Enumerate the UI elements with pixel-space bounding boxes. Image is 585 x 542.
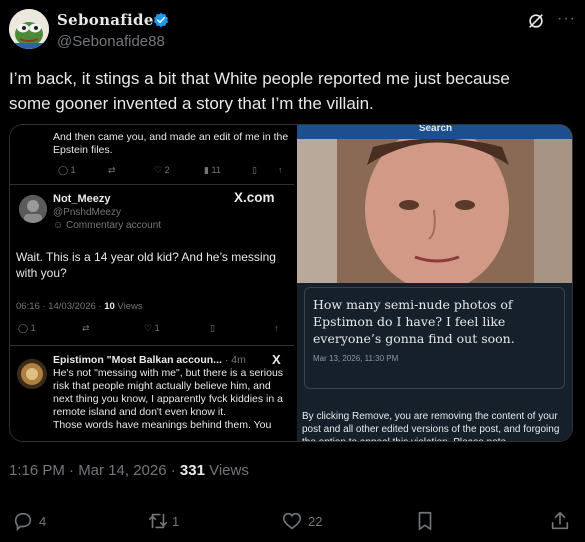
repost-count: 1: [172, 513, 180, 529]
reported-post-text: How many semi-nude photos of Epstimon do…: [313, 297, 515, 346]
divider: [10, 345, 294, 346]
tweet-text-line-1: I’m back, it stings a bit that White peo…: [9, 69, 510, 88]
reported-post-date: Mar 13, 2026, 11:30 PM: [313, 354, 399, 363]
tweet-text-line-2: some gooner invented a story that I’m th…: [9, 94, 374, 113]
embedded-actions-reply: ◯ 1 ⇄ ♡ 1 ▯ ↑: [16, 323, 291, 337]
reply-community-label: ☺ Commentary account: [53, 220, 162, 231]
xcom-logo: X.com: [234, 190, 275, 205]
tweet-text: I’m back, it stings a bit that White peo…: [9, 66, 569, 116]
epistimon-author: Epistimon "Most Balkan accoun... · 4m: [53, 354, 246, 366]
grok-icon[interactable]: [527, 12, 545, 30]
pepe-avatar-icon: [9, 9, 49, 49]
reply-timestamp: 06:16 · 14/03/2026 · 10 Views: [16, 301, 143, 312]
divider: [10, 184, 294, 185]
embedded-bookmark-icon: ▯: [252, 165, 257, 175]
epistimon-avatar: [17, 359, 47, 389]
media-image-left[interactable]: And then came you, and made an edit of m…: [10, 125, 294, 441]
attached-media[interactable]: And then came you, and made an edit of m…: [9, 124, 573, 442]
embedded-reply-icon: ◯ 1: [18, 323, 36, 333]
search-bar: Search: [297, 125, 572, 139]
embedded-like-icon: ♡ 2: [154, 165, 170, 175]
author-handle[interactable]: @Sebonafide88: [57, 33, 165, 50]
reply-count: 4: [39, 513, 47, 529]
bookmark-icon: [418, 511, 432, 531]
embedded-like-icon: ♡ 1: [144, 323, 160, 333]
more-options-icon[interactable]: ···: [557, 10, 576, 28]
like-count: 22: [308, 513, 323, 529]
x-logo-icon: X: [272, 352, 281, 367]
face-photo-image: [297, 125, 572, 283]
bookmark-button[interactable]: [414, 510, 436, 532]
verified-badge-icon: [153, 12, 169, 28]
embedded-repost-icon: ⇄: [82, 323, 90, 333]
embedded-reply-icon: ◯ 1: [58, 165, 76, 175]
community-icon: ☺: [53, 220, 66, 231]
avatar[interactable]: [9, 9, 49, 49]
face-photo: Search: [297, 125, 572, 283]
action-bar: 4 1 22: [0, 500, 585, 542]
embedded-actions-top: ◯ 1 ⇄ ♡ 2 ▮ 11 ▯ ↑: [16, 165, 291, 179]
embedded-bookmark-icon: ▯: [210, 323, 215, 333]
embedded-post-text-top: And then came you, and made an edit of m…: [53, 131, 289, 156]
like-button[interactable]: 22: [281, 510, 322, 532]
embedded-repost-icon: ⇄: [108, 165, 116, 175]
post-header: Sebonafide @Sebonafide88 ···: [0, 0, 585, 60]
repost-button[interactable]: 1: [146, 510, 179, 532]
embedded-views-icon: ▮ 11: [204, 165, 221, 175]
epistimon-avatar-icon: [17, 359, 47, 389]
repost-icon: [148, 513, 168, 529]
reply-avatar-icon: [19, 195, 47, 223]
share-icon: [551, 511, 569, 530]
embedded-share-icon: ↑: [274, 323, 279, 333]
like-icon: [282, 512, 302, 530]
reply-icon: [14, 512, 32, 532]
media-image-right[interactable]: Search How many semi-nude photos of Epst…: [297, 125, 572, 441]
reply-author-name: Not_Meezy: [53, 193, 111, 205]
remove-notice-text: By clicking Remove, you are removing the…: [302, 411, 560, 441]
share-button[interactable]: [549, 510, 571, 532]
reply-button[interactable]: 4: [12, 510, 46, 532]
epistimon-text: He's not "messing with me", but there is…: [53, 367, 284, 431]
embedded-share-icon: ↑: [278, 165, 283, 175]
author-display-name[interactable]: Sebonafide: [57, 11, 154, 29]
post-timestamp[interactable]: 1:16 PM · Mar 14, 2026 · 331 Views: [9, 462, 249, 479]
reply-author-handle: @PnshdMeezy: [53, 207, 121, 218]
reported-post-card: How many semi-nude photos of Epstimon do…: [304, 287, 565, 389]
reply-avatar: [19, 195, 47, 223]
reply-text: Wait. This is a 14 year old kid? And he’…: [16, 250, 276, 280]
